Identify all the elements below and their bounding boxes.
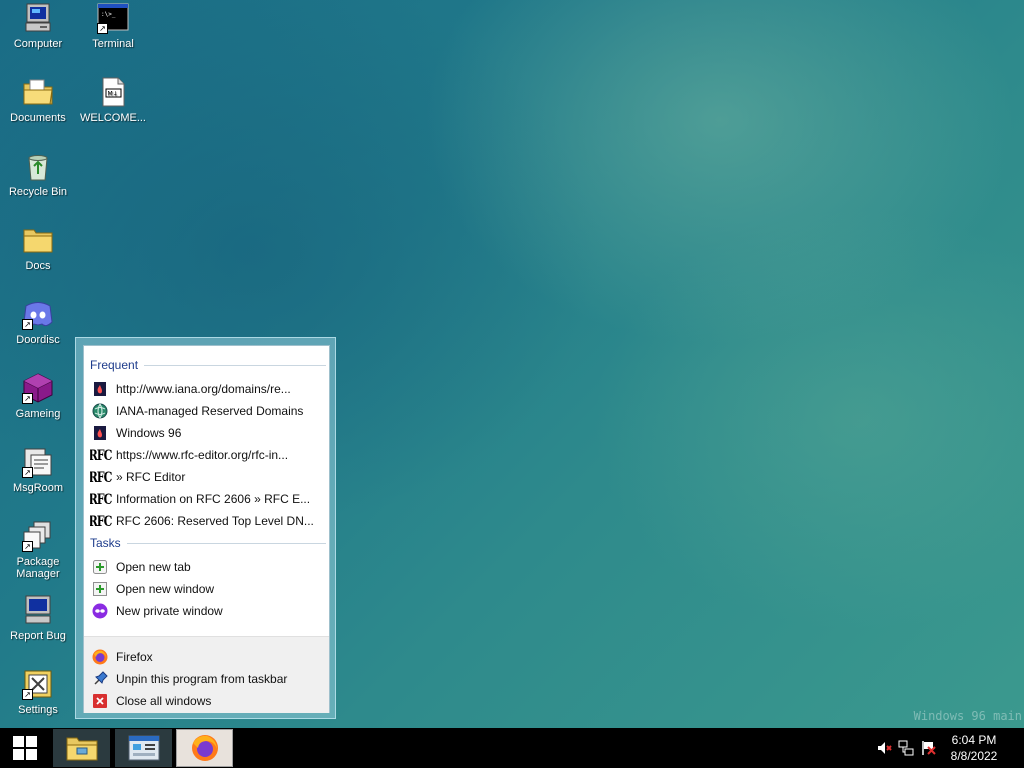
folder-documents-icon [22, 76, 54, 108]
desktop-icon-label: Doordisc [16, 334, 60, 346]
globe-icon [92, 403, 108, 419]
shortcut-arrow-icon: ↗ [22, 689, 33, 700]
desktop-icon-label: Gameing [15, 408, 61, 420]
desktop-icon-label: Terminal [92, 38, 134, 50]
task-new-private-window[interactable]: New private window [90, 600, 326, 622]
new-tab-icon [92, 559, 108, 575]
frequent-item[interactable]: RFC https://www.rfc-editor.org/rfc-in... [90, 444, 326, 466]
svg-text::\>_: :\>_ [101, 11, 116, 18]
desktop-icon-label: Recycle Bin [8, 186, 68, 198]
w96-page-icon [92, 425, 108, 441]
frequent-item[interactable]: http://www.iana.org/domains/re... [90, 378, 326, 400]
section-frequent: Frequent [90, 358, 326, 372]
desktop-icon-label: Package Manager [16, 556, 60, 580]
control-panel-icon [128, 735, 159, 761]
rfc-icon: RFC [90, 490, 112, 508]
frequent-item[interactable]: IANA-managed Reserved Domains [90, 400, 326, 422]
new-window-icon [92, 581, 108, 597]
desktop-icon-gameing[interactable]: ↗ Gameing [0, 372, 76, 420]
jump-list-footer: Firefox Unpin this program from taskbar … [84, 636, 329, 713]
terminal-icon: :\>_ ↗ [97, 2, 129, 34]
package-manager-icon: ↗ [22, 520, 54, 552]
frequent-item[interactable]: RFC » RFC Editor [90, 466, 326, 488]
svg-text:M↓: M↓ [108, 91, 118, 98]
taskbar-firefox-button[interactable] [176, 729, 233, 767]
desktop-icon-label: Settings [18, 704, 58, 716]
section-tasks-title: Tasks [90, 536, 121, 550]
desktop-icon-settings[interactable]: ↗ Settings [0, 668, 76, 716]
task-open-new-tab[interactable]: Open new tab [90, 556, 326, 578]
shortcut-arrow-icon: ↗ [22, 393, 33, 404]
footer-firefox[interactable]: Firefox [90, 646, 326, 668]
file-explorer-icon [66, 737, 97, 761]
windows-logo-icon [13, 736, 37, 760]
firefox-jump-list: Frequent http://www.iana.org/domains/re.… [75, 337, 336, 719]
shortcut-arrow-icon: ↗ [22, 541, 33, 552]
folder-icon [22, 224, 54, 256]
shortcut-arrow-icon: ↗ [22, 467, 33, 478]
taskbar-control-panel-button[interactable] [115, 729, 172, 767]
desktop-icon-label: Report Bug [10, 630, 66, 642]
action-center-flag-icon[interactable] [920, 740, 936, 756]
frequent-item[interactable]: Windows 96 [90, 422, 326, 444]
network-icon[interactable] [898, 740, 914, 756]
taskbar: 6:04 PM 8/8/2022 [0, 728, 1024, 768]
rfc-icon: RFC [90, 446, 112, 464]
doordisc-icon: ↗ [22, 298, 54, 330]
desktop-icon-welcome[interactable]: M↓ WELCOME... [75, 76, 151, 124]
unpin-icon [92, 671, 108, 687]
desktop-icon-label: Docs [25, 260, 51, 272]
section-frequent-title: Frequent [90, 358, 139, 372]
footer-unpin[interactable]: Unpin this program from taskbar [90, 668, 326, 690]
firefox-icon [191, 735, 218, 761]
desktop-icon-doordisc[interactable]: ↗ Doordisc [0, 298, 76, 346]
rfc-icon: RFC [90, 468, 112, 486]
desktop-icon-terminal[interactable]: :\>_ ↗ Terminal [75, 2, 151, 50]
task-open-new-window[interactable]: Open new window [90, 578, 326, 600]
private-window-icon [92, 603, 108, 619]
footer-close-all-windows[interactable]: Close all windows [90, 690, 326, 712]
frequent-item[interactable]: RFC RFC 2606: Reserved Top Level DN... [90, 510, 326, 532]
desktop-icon-computer[interactable]: Computer [0, 2, 76, 50]
msgroom-icon: ↗ [22, 446, 54, 478]
rfc-icon: RFC [90, 512, 112, 530]
shortcut-arrow-icon: ↗ [22, 319, 33, 330]
desktop-icon-package-manager[interactable]: ↗ Package Manager [0, 520, 76, 580]
taskbar-clock[interactable]: 6:04 PM 8/8/2022 [944, 732, 1004, 764]
desktop-icon-report-bug[interactable]: Report Bug [0, 594, 76, 642]
w96-page-icon [92, 381, 108, 397]
system-tray [873, 728, 939, 768]
desktop-icon-docs[interactable]: Docs [0, 224, 76, 272]
volume-muted-icon[interactable] [876, 740, 892, 756]
frequent-item[interactable]: RFC Information on RFC 2606 » RFC E... [90, 488, 326, 510]
taskbar-explorer-button[interactable] [53, 729, 110, 767]
desktop-icon-documents[interactable]: Documents [0, 76, 76, 124]
game-cube-icon: ↗ [22, 372, 54, 404]
desktop-icon-label: Documents [10, 112, 66, 124]
desktop-icon-label: Computer [13, 38, 63, 50]
desktop-icon-msgroom[interactable]: ↗ MsgRoom [0, 446, 76, 494]
start-button[interactable] [0, 728, 50, 768]
firefox-icon [92, 649, 108, 665]
settings-icon: ↗ [22, 668, 54, 700]
report-bug-icon [22, 594, 54, 626]
desktop-icon-recycle-bin[interactable]: Recycle Bin [0, 150, 76, 198]
clock-date: 8/8/2022 [950, 749, 998, 763]
close-icon [92, 693, 108, 709]
markdown-file-icon: M↓ [97, 76, 129, 108]
desktop-icon-label: MsgRoom [12, 482, 64, 494]
os-watermark: Windows 96 main [913, 709, 1022, 723]
clock-time: 6:04 PM [951, 733, 997, 747]
shortcut-arrow-icon: ↗ [97, 23, 108, 34]
section-tasks: Tasks [90, 536, 326, 550]
desktop-icon-label: WELCOME... [79, 112, 146, 124]
jump-list-panel: Frequent http://www.iana.org/domains/re.… [83, 345, 330, 713]
computer-icon [22, 2, 54, 34]
recycle-bin-icon [22, 150, 54, 182]
